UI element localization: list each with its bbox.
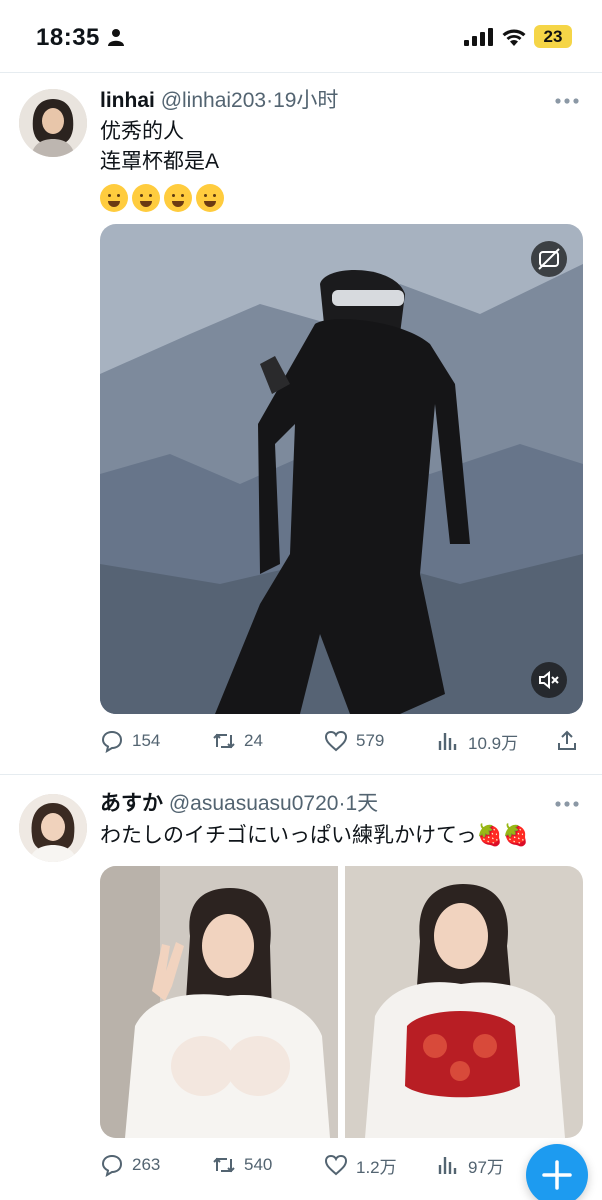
tweet-time[interactable]: 19小时 [273,89,338,112]
avatar[interactable] [19,794,87,862]
reply-icon [101,1154,123,1177]
retweet-count: 540 [244,1155,273,1174]
tweet-time[interactable]: 1天 [345,792,378,815]
emoji-tears-of-joy [164,184,192,212]
emoji-row [100,184,224,212]
heart-icon [324,1154,348,1176]
more-icon[interactable] [554,799,580,809]
video-frame [100,224,583,714]
emoji-face-holding-back-tears [100,184,128,212]
tweet-header: linhai @linhai203·19小时 [100,86,338,116]
views-count: 97万 [468,1157,504,1177]
tweet-video[interactable] [100,224,583,714]
reply-count: 263 [132,1155,161,1174]
tweet-text: 优秀的人 连罩杯都是A [100,120,220,173]
views-button[interactable]: 97万 [436,1148,504,1182]
views-icon [438,1157,457,1174]
retweet-icon [213,733,235,749]
like-count: 1.2万 [356,1157,397,1177]
emoji-rolling-laughing [132,184,160,212]
divider [0,72,602,73]
retweet-button[interactable]: 540 [212,1148,272,1182]
person-icon [108,29,124,46]
like-button[interactable]: 579 [324,724,384,758]
author-handle[interactable]: @asuasuasu0720 [169,792,339,815]
avatar[interactable] [19,89,87,157]
reply-button[interactable]: 154 [100,724,160,758]
author-handle[interactable]: @linhai203 [161,89,266,112]
heart-icon [324,730,348,752]
mute-icon[interactable] [531,662,567,698]
retweet-icon [213,1157,235,1173]
wifi-icon [502,29,526,46]
status-time: 18:35 [36,24,100,51]
status-bar: 18:35 23 [0,0,602,72]
tweet-text: わたしのイチゴにいっぱい練乳かけてっ🍓🍓 [100,824,530,847]
signal-icon [464,28,493,46]
share-button[interactable] [555,724,579,758]
like-count: 579 [356,731,385,750]
retweet-button[interactable]: 24 [212,724,263,758]
views-button[interactable]: 10.9万 [436,724,518,758]
compose-button[interactable] [526,1144,588,1200]
reply-count: 154 [132,731,161,750]
like-button[interactable]: 1.2万 [324,1148,397,1182]
battery-icon: 23 [534,25,572,48]
share-icon [558,730,576,750]
reply-button[interactable]: 263 [100,1148,160,1182]
author-name[interactable]: あすか [100,792,163,815]
captions-icon[interactable] [531,241,567,277]
tweet-actions: 263 540 1.2万 97万 [100,1148,584,1182]
divider [0,774,602,775]
author-name[interactable]: linhai [100,89,155,112]
more-icon[interactable] [554,96,580,106]
tweet-image[interactable] [345,866,583,1138]
views-icon [438,733,457,750]
tweet-header: あすか @asuasuasu0720·1天 [100,789,378,819]
retweet-count: 24 [244,731,263,750]
reply-icon [101,730,123,753]
plus-icon [542,1160,572,1190]
emoji-grinning-sweat [196,184,224,212]
views-count: 10.9万 [468,733,519,753]
tweet-actions: 154 24 579 10.9万 [100,724,584,758]
tweet-image[interactable] [100,866,338,1138]
